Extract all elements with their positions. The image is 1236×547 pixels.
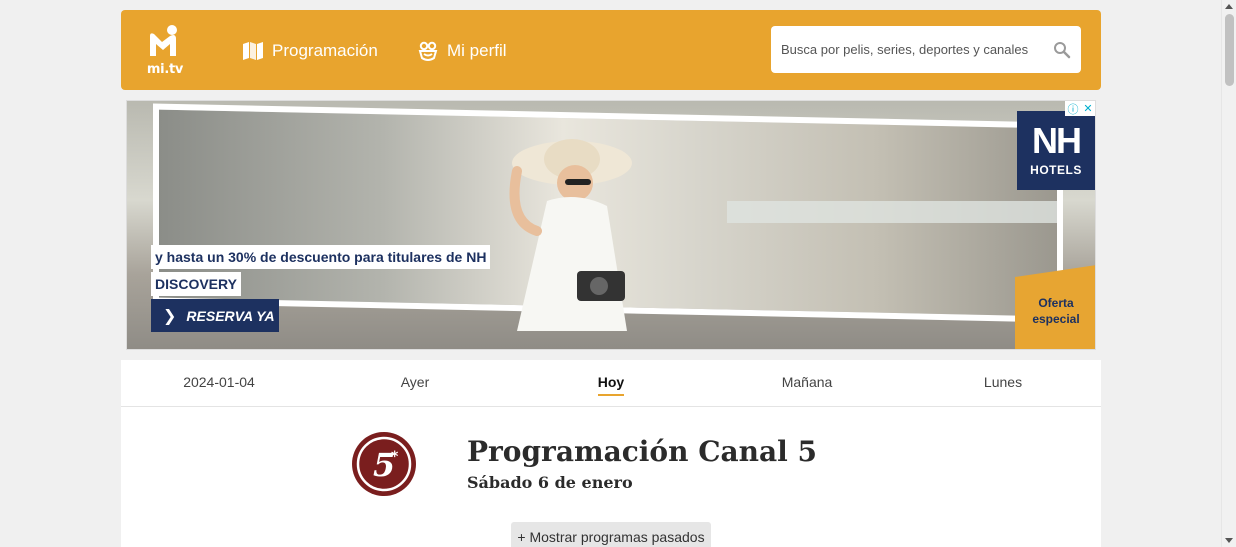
scroll-down-arrow-icon[interactable] bbox=[1225, 538, 1233, 543]
nav-mi-perfil[interactable]: Mi perfil bbox=[417, 38, 507, 64]
tab-day-hoy[interactable]: Hoy bbox=[513, 360, 709, 406]
face-icon bbox=[418, 41, 438, 61]
search-icon[interactable] bbox=[1053, 41, 1071, 59]
nh-hotels-logo: NH HOTELS bbox=[1017, 111, 1095, 190]
map-icon bbox=[243, 42, 263, 60]
ad-woman-image bbox=[509, 139, 632, 331]
ad-close-icon[interactable]: ✕ bbox=[1083, 102, 1092, 115]
adchoices-info-icon[interactable]: ⓘ bbox=[1067, 101, 1078, 117]
logo-text: mi.tv bbox=[146, 62, 184, 77]
tab-day-2024-01-04[interactable]: 2024-01-04 bbox=[121, 360, 317, 406]
svg-text:*: * bbox=[391, 449, 399, 465]
nh-logo-text: HOTELS bbox=[1030, 163, 1082, 177]
channel-content: 5 * Programación Canal 5 Sábado 6 de ene… bbox=[121, 407, 1101, 547]
tab-day-manana[interactable]: Mañana bbox=[709, 360, 905, 406]
ad-headline-line1: y hasta un 30% de descuento para titular… bbox=[151, 245, 491, 269]
scroll-up-arrow-icon[interactable] bbox=[1225, 4, 1233, 9]
page-date: Sábado 6 de enero bbox=[467, 473, 633, 492]
nh-logo-mark: NH bbox=[1032, 120, 1082, 161]
page-title: Programación Canal 5 bbox=[467, 435, 817, 468]
nav-programacion-label: Programación bbox=[272, 41, 378, 60]
adchoices-badge[interactable]: ⓘ ✕ bbox=[1065, 101, 1095, 116]
scroll-thumb[interactable] bbox=[1225, 14, 1234, 86]
ad-cta-label: RESERVA YA bbox=[186, 307, 275, 324]
search-box bbox=[771, 26, 1081, 73]
offer-line2: especial bbox=[1032, 312, 1080, 326]
offer-line1: Oferta bbox=[1038, 296, 1074, 310]
canal-5-logo: 5 * bbox=[352, 432, 416, 496]
chevron-right-icon: ❯ bbox=[163, 307, 177, 325]
day-tabs: 2024-01-04 Ayer Hoy Mañana Lunes bbox=[121, 360, 1101, 407]
ad-offer-badge: Oferta especial bbox=[1015, 265, 1095, 349]
tab-day-ayer[interactable]: Ayer bbox=[317, 360, 513, 406]
site-header: mi.tv Programación Mi perfil bbox=[121, 10, 1101, 90]
ad-reserva-ya-button[interactable]: ❯ RESERVA YA bbox=[151, 299, 279, 332]
tab-day-lunes[interactable]: Lunes bbox=[905, 360, 1101, 406]
search-input[interactable] bbox=[771, 42, 1041, 57]
nh-hotels-ad-banner[interactable]: y hasta un 30% de descuento para titular… bbox=[126, 100, 1096, 350]
mitv-logo-icon bbox=[150, 25, 177, 56]
page-scrollbar[interactable] bbox=[1221, 0, 1236, 547]
ad-headline-line2: DISCOVERY bbox=[151, 272, 241, 296]
ad-river-image bbox=[727, 201, 1057, 223]
nav-mi-perfil-label: Mi perfil bbox=[447, 41, 507, 60]
nav-programacion[interactable]: Programación bbox=[242, 38, 378, 64]
mitv-logo[interactable]: mi.tv bbox=[145, 22, 185, 77]
show-past-programs-button[interactable]: + Mostrar programas pasados bbox=[511, 522, 711, 547]
